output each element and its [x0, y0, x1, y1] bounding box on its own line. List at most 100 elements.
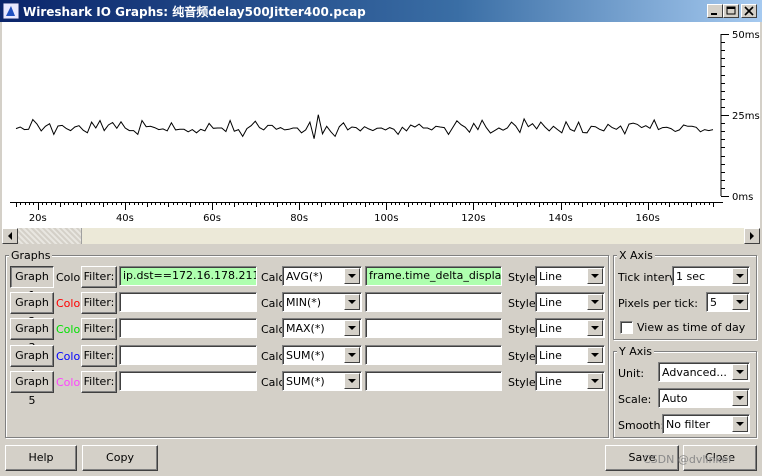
graph-1-calc-field-input[interactable]: frame.time_delta_displayed	[365, 266, 502, 286]
chevron-down-icon[interactable]	[587, 320, 603, 336]
graph-4-calc-select[interactable]: SUM(*)	[282, 345, 362, 365]
chevron-down-icon[interactable]	[732, 390, 748, 406]
graph-5-filter-input[interactable]	[119, 371, 257, 391]
chevron-down-icon[interactable]	[732, 268, 748, 284]
watermark: CSDN @dvlinker	[643, 453, 733, 466]
scale-value: Auto	[662, 392, 688, 405]
maximize-icon	[726, 6, 736, 15]
graph-3-filter-input[interactable]	[119, 318, 257, 338]
graph-2-calc-select[interactable]: MIN(*)	[282, 292, 362, 312]
graph-2-filter-input[interactable]	[119, 292, 257, 312]
arrow-right-icon	[750, 232, 754, 240]
graph-3-style-select[interactable]: Line	[535, 318, 605, 338]
graph-5-button[interactable]: Graph 5	[10, 371, 54, 407]
minimize-button[interactable]	[707, 4, 723, 18]
copy-button[interactable]: Copy	[82, 445, 158, 471]
smooth-select[interactable]: No filter	[662, 414, 750, 434]
help-button[interactable]: Help	[5, 445, 77, 471]
chevron-down-icon[interactable]	[344, 268, 360, 284]
x-tick-label: 160s	[636, 213, 660, 224]
pixels-per-tick-select[interactable]: 5	[706, 292, 750, 312]
graph-5-calc-field-input[interactable]	[365, 371, 502, 391]
tick-interval-select[interactable]: 1 sec	[672, 266, 750, 286]
scroll-left-button[interactable]	[2, 228, 18, 244]
x-axis-group-label: X Axis	[617, 249, 655, 262]
y-tick-label: 0ms	[732, 192, 753, 203]
smooth-value: No filter	[666, 418, 711, 431]
graph-2-calc-value: MIN(*)	[286, 296, 322, 309]
chevron-down-icon[interactable]	[587, 347, 603, 363]
chevron-down-icon[interactable]	[344, 373, 360, 389]
unit-select[interactable]: Advanced...	[658, 362, 750, 382]
chevron-down-icon[interactable]	[587, 268, 603, 284]
view-time-of-day-label: View as time of day	[637, 321, 746, 334]
close-icon	[744, 6, 754, 16]
pixels-per-tick-value: 5	[710, 296, 717, 309]
graph-2-filter-button[interactable]: Filter:	[81, 292, 117, 314]
graph-1-filter-input[interactable]: ip.dst==172.16.178.211&&rtp.	[119, 266, 257, 286]
graph-2-style-value: Line	[539, 296, 562, 309]
chevron-down-icon[interactable]	[344, 347, 360, 363]
maximize-button[interactable]	[723, 4, 739, 18]
graphs-group-label: Graphs	[9, 249, 53, 262]
graph-3-calc-value: MAX(*)	[286, 322, 325, 335]
minimize-icon	[711, 13, 717, 15]
window-title: Wireshark IO Graphs: 纯音频delay500Jitter40…	[23, 5, 366, 19]
graph-4-button[interactable]: Graph 4	[10, 345, 54, 381]
title-bar[interactable]: Wireshark IO Graphs: 纯音频delay500Jitter40…	[0, 0, 762, 22]
view-time-of-day-checkbox[interactable]	[620, 321, 633, 334]
scroll-right-button[interactable]	[744, 228, 760, 244]
io-graphs-window: Wireshark IO Graphs: 纯音频delay500Jitter40…	[0, 0, 762, 476]
graph-3-calc-select[interactable]: MAX(*)	[282, 318, 362, 338]
graph-5-calc-select[interactable]: SUM(*)	[282, 371, 362, 391]
plot-area[interactable]: 50ms 25ms 0ms 20s 40s 60s 80s 100s 120s 140s 160s	[2, 22, 760, 228]
graph-4-calc-value: SUM(*)	[286, 349, 325, 362]
x-tick-label: 20s	[29, 213, 47, 224]
y-tick-label: 25ms	[732, 111, 760, 122]
graph-3-style-value: Line	[539, 322, 562, 335]
x-tick-label: 100s	[374, 213, 398, 224]
graph-4-style-value: Line	[539, 349, 562, 362]
graph-1-filter-button[interactable]: Filter:	[81, 266, 117, 288]
graph-3-button[interactable]: Graph 3	[10, 318, 54, 354]
x-tick-label: 60s	[203, 213, 221, 224]
smooth-label: Smooth:	[618, 419, 665, 432]
graph-1-calc-select[interactable]: AVG(*)	[282, 266, 362, 286]
chevron-down-icon[interactable]	[732, 364, 748, 380]
unit-value: Advanced...	[662, 366, 727, 379]
scale-select[interactable]: Auto	[658, 388, 750, 408]
graph-4-filter-button[interactable]: Filter:	[81, 345, 117, 367]
horizontal-scrollbar[interactable]	[2, 228, 760, 244]
graph-2-button[interactable]: Graph 2	[10, 292, 54, 328]
graph-4-calc-field-input[interactable]	[365, 345, 502, 365]
graph-5-filter-button[interactable]: Filter:	[81, 371, 117, 393]
unit-label: Unit:	[618, 367, 645, 380]
graph-1-style-value: Line	[539, 270, 562, 283]
scrollbar-thumb[interactable]	[18, 228, 82, 244]
close-window-button[interactable]	[741, 4, 757, 18]
graph-4-style-select[interactable]: Line	[535, 345, 605, 365]
graph-1-calc-value: AVG(*)	[286, 270, 323, 283]
graph-1-button[interactable]: Graph 1	[10, 266, 54, 302]
graph-5-style-select[interactable]: Line	[535, 371, 605, 391]
chevron-down-icon[interactable]	[344, 320, 360, 336]
pixels-per-tick-label: Pixels per tick:	[618, 297, 698, 310]
graph-5-calc-value: SUM(*)	[286, 375, 325, 388]
tick-interval-value: 1 sec	[676, 270, 706, 283]
y-tick-label: 50ms	[732, 30, 760, 41]
wireshark-fin-icon	[3, 3, 19, 19]
graph-3-filter-button[interactable]: Filter:	[81, 318, 117, 340]
chevron-down-icon[interactable]	[732, 294, 748, 310]
chevron-down-icon[interactable]	[732, 416, 748, 432]
arrow-left-icon	[8, 232, 12, 240]
graph-5-style-value: Line	[539, 375, 562, 388]
graph-2-style-select[interactable]: Line	[535, 292, 605, 312]
x-tick-label: 140s	[548, 213, 572, 224]
graph-2-calc-field-input[interactable]	[365, 292, 502, 312]
graph-1-style-select[interactable]: Line	[535, 266, 605, 286]
chevron-down-icon[interactable]	[587, 373, 603, 389]
chevron-down-icon[interactable]	[587, 294, 603, 310]
graph-3-calc-field-input[interactable]	[365, 318, 502, 338]
graph-4-filter-input[interactable]	[119, 345, 257, 365]
chevron-down-icon[interactable]	[344, 294, 360, 310]
